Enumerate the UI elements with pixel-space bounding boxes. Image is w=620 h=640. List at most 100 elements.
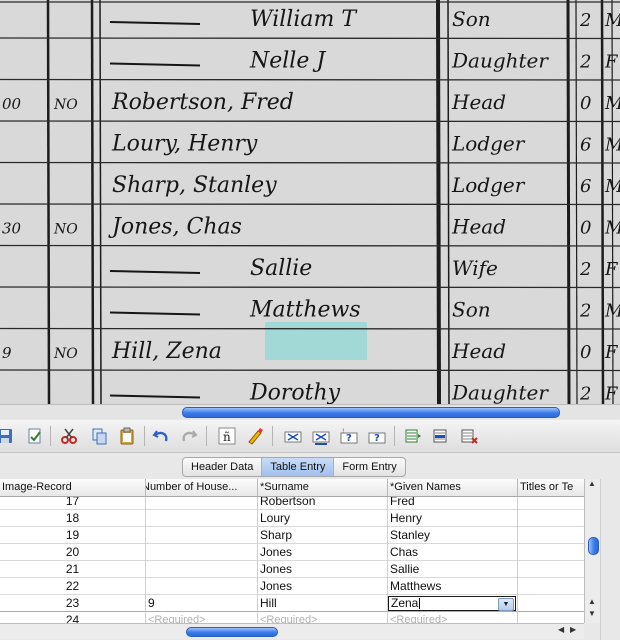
- table-cell[interactable]: 23: [0, 595, 146, 612]
- record-image-viewer[interactable]: William TSon2MNelle JDaughter2F00NORober…: [0, 0, 620, 404]
- redo-button[interactable]: [178, 425, 200, 447]
- redo-icon: [182, 430, 198, 442]
- table-cell[interactable]: <Required>: [258, 612, 388, 623]
- table-cell[interactable]: 19: [0, 527, 146, 544]
- undo-button[interactable]: [150, 425, 172, 447]
- table-cell[interactable]: 22: [0, 578, 146, 595]
- paste-button[interactable]: [116, 425, 138, 447]
- table-cell[interactable]: [518, 595, 584, 612]
- tab-form-entry[interactable]: Form Entry: [334, 458, 404, 476]
- copy-icon: [92, 428, 107, 445]
- handwritten-sex: M: [604, 93, 620, 114]
- table-cell[interactable]: [146, 544, 258, 561]
- dropdown-arrow-icon[interactable]: ▼: [498, 598, 514, 611]
- zoom-out-button[interactable]: [282, 425, 304, 447]
- add-row-icon: [405, 429, 421, 443]
- table-row[interactable]: 18 Loury Henry: [0, 510, 584, 527]
- table-row[interactable]: 19 Sharp Stanley: [0, 527, 584, 544]
- spellcheck-button[interactable]: [24, 425, 46, 447]
- handwritten-name: Hill, Zena: [111, 339, 222, 364]
- column-header[interactable]: Image-Record: [0, 479, 146, 496]
- table-cell[interactable]: Jones: [258, 544, 388, 561]
- project-help-button[interactable]: ?: [366, 425, 388, 447]
- table-cell[interactable]: Zena ▼: [388, 595, 518, 612]
- clipboard-icon: [120, 427, 134, 445]
- table-cell[interactable]: Loury: [258, 510, 388, 527]
- table-cell[interactable]: [518, 578, 584, 595]
- table-cell[interactable]: Sharp: [258, 527, 388, 544]
- svg-text:ñ: ñ: [223, 430, 231, 444]
- table-row[interactable]: 23 9 Hill Zena ▼: [0, 595, 584, 612]
- table-row[interactable]: 21 Jones Sallie: [0, 561, 584, 578]
- table-horizontal-scrollbar[interactable]: ◀ ▶: [0, 623, 584, 639]
- table-cell[interactable]: [518, 561, 584, 578]
- row-line: [0, 161, 620, 164]
- table-cell[interactable]: [518, 612, 584, 623]
- table-cell[interactable]: Jones: [258, 561, 388, 578]
- scroll-down-arrow-icon[interactable]: ▼: [588, 609, 596, 618]
- column-header[interactable]: *Surname: [258, 479, 388, 496]
- column-header[interactable]: Titles or Te: [518, 479, 584, 496]
- table-cell[interactable]: [518, 527, 584, 544]
- scroll-up-arrow-icon[interactable]: ▲: [588, 597, 596, 606]
- copy-button[interactable]: [88, 425, 110, 447]
- move-record-button[interactable]: [430, 425, 452, 447]
- table-cell[interactable]: [518, 510, 584, 527]
- table-cell[interactable]: [518, 544, 584, 561]
- table-vscroll-thumb[interactable]: [588, 537, 599, 555]
- handwritten-relation: Daughter: [451, 49, 549, 73]
- table-cell[interactable]: [146, 561, 258, 578]
- column-header[interactable]: Number of House...: [146, 479, 258, 496]
- move-row-icon: [433, 429, 447, 443]
- table-cell[interactable]: [146, 578, 258, 595]
- table-hscroll-thumb[interactable]: [186, 627, 278, 637]
- image-horizontal-scrollbar[interactable]: [0, 404, 620, 419]
- table-cell[interactable]: Matthews: [388, 578, 518, 595]
- delete-record-button[interactable]: [458, 425, 480, 447]
- table-cell[interactable]: 9: [146, 595, 258, 612]
- table-cell[interactable]: 21: [0, 561, 146, 578]
- scroll-left-arrow-icon[interactable]: ◀: [558, 625, 564, 634]
- checkmark-document-icon: [28, 428, 41, 444]
- handwritten-relation: Daughter: [451, 381, 549, 405]
- table-cell[interactable]: Jones: [258, 578, 388, 595]
- table-cell[interactable]: 20: [0, 544, 146, 561]
- window-edge: [600, 479, 620, 640]
- table-cell[interactable]: <Required>: [388, 612, 518, 623]
- table-cell[interactable]: 18: [0, 510, 146, 527]
- save-button[interactable]: [0, 425, 16, 447]
- zoom-in-icon: [312, 431, 330, 445]
- table-cell[interactable]: Chas: [388, 544, 518, 561]
- table-cell[interactable]: Stanley: [388, 527, 518, 544]
- table-row[interactable]: 22 Jones Matthews: [0, 578, 584, 595]
- table-cell[interactable]: Sallie: [388, 561, 518, 578]
- table-cell[interactable]: Henry: [388, 510, 518, 527]
- ruling-line: [436, 0, 441, 404]
- column-header[interactable]: *Given Names: [388, 479, 518, 496]
- tab-header-data[interactable]: Header Data: [183, 458, 263, 476]
- table-cell[interactable]: [146, 527, 258, 544]
- image-scroll-thumb[interactable]: [182, 407, 560, 418]
- table-cell[interactable]: Hill: [258, 595, 388, 612]
- handwritten-age: 0: [580, 93, 591, 114]
- cut-button[interactable]: [58, 425, 80, 447]
- scroll-up-arrow-icon[interactable]: ▲: [588, 479, 596, 488]
- scroll-right-arrow-icon[interactable]: ▶: [570, 625, 576, 634]
- table-vertical-scrollbar[interactable]: ▲ ▲ ▼: [584, 479, 601, 623]
- table-row[interactable]: 20 Jones Chas: [0, 544, 584, 561]
- save-icon: [0, 429, 12, 443]
- special-character-button[interactable]: ñ: [216, 425, 238, 447]
- insert-record-button[interactable]: [402, 425, 424, 447]
- highlight-button[interactable]: [244, 425, 266, 447]
- handwritten-sex: M: [604, 218, 620, 239]
- tab-table-entry[interactable]: Table Entry: [262, 458, 335, 476]
- table-cell[interactable]: 24: [0, 612, 146, 623]
- table-cell[interactable]: [146, 510, 258, 527]
- field-help-button[interactable]: ?!: [338, 425, 360, 447]
- handwritten-name: Nelle J: [249, 49, 326, 74]
- table-row[interactable]: 24 <Required> <Required> <Required>: [0, 612, 584, 623]
- given-names-input[interactable]: Zena ▼: [388, 596, 516, 611]
- zoom-in-button[interactable]: [310, 425, 332, 447]
- handwritten-age: 0: [580, 342, 591, 363]
- table-cell[interactable]: <Required>: [146, 612, 258, 623]
